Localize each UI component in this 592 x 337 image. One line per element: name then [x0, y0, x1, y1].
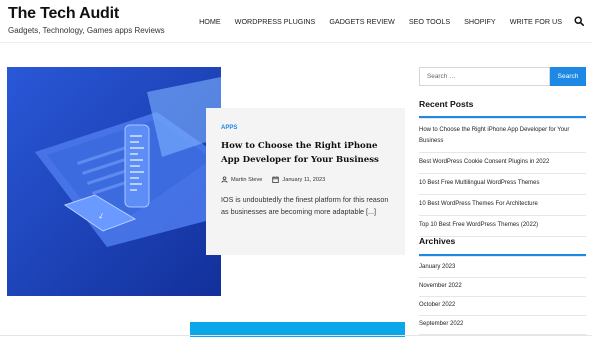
main-nav: HOME WORDPRESS PLUGINS GADGETS REVIEW SE… [185, 16, 584, 26]
list-item[interactable]: Best WordPress Cookie Consent Plugins in… [419, 153, 586, 174]
nav-item-wordpress-plugins[interactable]: WORDPRESS PLUGINS [235, 17, 316, 26]
archives-list: January 2023 November 2022 October 2022 … [419, 259, 586, 335]
list-item[interactable]: How to Choose the Right iPhone App Devel… [419, 121, 586, 153]
list-item[interactable]: 10 Best Free Multilingual WordPress Them… [419, 174, 586, 195]
list-item[interactable]: 10 Best WordPress Themes For Architectur… [419, 195, 586, 216]
nav-item-home[interactable]: HOME [199, 17, 221, 26]
archives-rule [419, 254, 586, 257]
list-item[interactable]: November 2022 [419, 278, 586, 297]
list-item[interactable]: Top 10 Best Free WordPress Themes (2022) [419, 216, 586, 237]
calendar-icon [272, 176, 280, 183]
phone-laptop-illustration-icon: ↓ [7, 67, 221, 296]
nav-item-seo-tools[interactable]: SEO TOOLS [409, 17, 450, 26]
nav-item-gadgets-review[interactable]: GADGETS REVIEW [329, 17, 395, 26]
header-divider [0, 42, 592, 43]
recent-posts-rule [419, 116, 586, 119]
nav-item-shopify[interactable]: SHOPIFY [464, 17, 496, 26]
site-title[interactable]: The Tech Audit [8, 5, 119, 23]
bottom-divider [0, 335, 592, 336]
recent-posts-title: Recent Posts [419, 99, 474, 109]
site-tagline: Gadgets, Technology, Games apps Reviews [8, 26, 165, 35]
post-title[interactable]: How to Choose the Right iPhone App Devel… [221, 139, 391, 167]
user-icon [221, 176, 228, 183]
list-item[interactable]: September 2022 [419, 316, 586, 335]
list-item[interactable]: October 2022 [419, 297, 586, 316]
nav-item-write-for-us[interactable]: WRITE FOR US [510, 17, 562, 26]
featured-image[interactable]: ↓ [7, 67, 221, 296]
recent-posts-list: How to Choose the Right iPhone App Devel… [419, 121, 586, 237]
post-excerpt: IOS is undoubtedly the finest platform f… [221, 195, 389, 216]
post-date[interactable]: January 11, 2023 [282, 177, 325, 183]
post-meta: Martin Steve January 11, 2023 [221, 176, 391, 183]
post-author[interactable]: Martin Steve [231, 177, 262, 183]
search-button[interactable]: Search [550, 67, 586, 86]
post-card: APPS How to Choose the Right iPhone App … [206, 108, 405, 255]
list-item[interactable]: January 2023 [419, 259, 586, 278]
post-category[interactable]: APPS [221, 125, 391, 131]
search-icon[interactable] [574, 16, 584, 26]
archives-title: Archives [419, 236, 456, 246]
search-input[interactable] [419, 67, 550, 86]
